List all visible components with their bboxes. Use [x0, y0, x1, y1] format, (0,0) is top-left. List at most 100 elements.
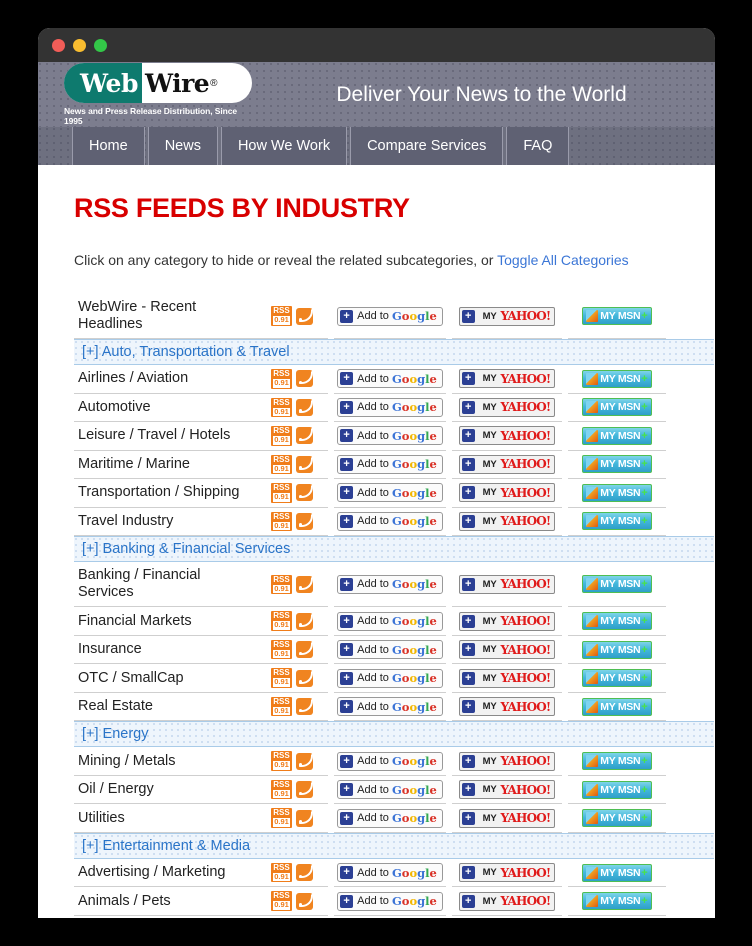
rss-feed-icon[interactable] [295, 809, 313, 827]
feed-name[interactable]: Utilities [74, 804, 256, 833]
add-to-google-button[interactable]: + Add to Google [337, 369, 443, 389]
add-to-my-yahoo-button[interactable]: + MY YAHOO! [458, 454, 556, 474]
feed-name[interactable]: Transportation / Shipping [74, 479, 256, 508]
add-to-my-msn-button[interactable]: MY MSN + [582, 455, 652, 474]
add-to-my-msn-button[interactable]: MY MSN + [582, 892, 652, 911]
category-header[interactable]: [+] Banking & Financial Services [74, 536, 714, 563]
rss-feed-icon[interactable] [295, 370, 313, 388]
rss-feed-icon[interactable] [295, 427, 313, 445]
feed-name[interactable]: Art / Graphics / [74, 916, 256, 918]
nav-item-news[interactable]: News [147, 127, 218, 165]
nav-item-faq[interactable]: FAQ [506, 127, 570, 165]
feed-name[interactable]: Mining / Metals [74, 747, 256, 776]
feed-name[interactable]: Financial Markets [74, 607, 256, 636]
feed-name[interactable]: Banking / Financial Services [74, 562, 256, 608]
add-to-my-msn-button[interactable]: MY MSN + [582, 483, 652, 502]
add-to-my-msn-button[interactable]: MY MSN + [582, 863, 652, 882]
category-header[interactable]: [+] Auto, Transportation & Travel [74, 339, 714, 366]
add-to-google-button[interactable]: + Add to Google [337, 808, 443, 828]
rss-feed-icon[interactable] [295, 752, 313, 770]
rss-feed-icon[interactable] [295, 398, 313, 416]
rss-091-badge[interactable]: RSS 0.91 [271, 454, 292, 475]
add-to-google-button[interactable]: + Add to Google [337, 780, 443, 800]
rss-feed-icon[interactable] [295, 864, 313, 882]
add-to-my-msn-button[interactable]: MY MSN + [582, 307, 652, 326]
add-to-my-msn-button[interactable]: MY MSN + [582, 697, 652, 716]
rss-feed-icon[interactable] [295, 512, 313, 530]
add-to-google-button[interactable]: + Add to Google [337, 454, 443, 474]
feed-name[interactable]: Airlines / Aviation [74, 365, 256, 394]
rss-091-badge[interactable]: RSS 0.91 [271, 306, 292, 326]
add-to-google-button[interactable]: + Add to Google [337, 863, 443, 883]
add-to-google-button[interactable]: + Add to Google [337, 511, 443, 531]
rss-091-badge[interactable]: RSS 0.91 [271, 511, 292, 532]
feed-name[interactable]: OTC / SmallCap [74, 664, 256, 693]
add-to-my-msn-button[interactable]: MY MSN + [582, 752, 652, 771]
add-to-my-msn-button[interactable]: MY MSN + [582, 612, 652, 631]
add-to-my-msn-button[interactable]: MY MSN + [582, 809, 652, 828]
add-to-google-button[interactable]: + Add to Google [337, 697, 443, 717]
rss-091-badge[interactable]: RSS 0.91 [271, 426, 292, 446]
add-to-my-yahoo-button[interactable]: + MY YAHOO! [458, 863, 556, 883]
rss-feed-icon[interactable] [295, 892, 313, 910]
rss-feed-icon[interactable] [295, 307, 313, 325]
close-window-button[interactable] [52, 38, 65, 52]
feed-name[interactable]: Insurance [74, 636, 256, 665]
add-to-my-yahoo-button[interactable]: + MY YAHOO! [458, 640, 556, 660]
feed-name[interactable]: Animals / Pets [74, 887, 256, 916]
rss-feed-icon[interactable] [295, 781, 313, 799]
add-to-my-msn-button[interactable]: MY MSN + [582, 780, 652, 799]
rss-feed-icon[interactable] [295, 575, 313, 593]
add-to-my-msn-button[interactable]: MY MSN + [582, 512, 652, 531]
add-to-my-msn-button[interactable]: MY MSN + [582, 398, 652, 417]
add-to-google-button[interactable]: + Add to Google [337, 306, 443, 326]
add-to-my-yahoo-button[interactable]: + MY YAHOO! [458, 574, 556, 594]
rss-091-badge[interactable]: RSS 0.91 [271, 483, 292, 503]
add-to-google-button[interactable]: + Add to Google [337, 751, 443, 771]
rss-feed-icon[interactable] [295, 641, 313, 659]
add-to-google-button[interactable]: + Add to Google [337, 891, 443, 911]
rss-091-badge[interactable]: RSS 0.91 [271, 397, 292, 418]
add-to-my-msn-button[interactable]: MY MSN + [582, 369, 652, 388]
add-to-my-msn-button[interactable]: MY MSN + [582, 426, 652, 445]
add-to-google-button[interactable]: + Add to Google [337, 668, 443, 688]
add-to-my-msn-button[interactable]: MY MSN + [582, 640, 652, 659]
add-to-my-yahoo-button[interactable]: + MY YAHOO! [458, 891, 556, 911]
rss-feed-icon[interactable] [295, 698, 313, 716]
rss-feed-icon[interactable] [295, 484, 313, 502]
feed-name[interactable]: Advertising / Marketing [74, 859, 256, 888]
feed-name[interactable]: Automotive [74, 394, 256, 423]
add-to-google-button[interactable]: + Add to Google [337, 640, 443, 660]
rss-091-badge[interactable]: RSS 0.91 [271, 751, 292, 771]
rss-091-badge[interactable]: RSS 0.91 [271, 668, 292, 688]
site-logo[interactable]: Web Wire ® News and Press Release Distri… [64, 63, 252, 126]
feed-name[interactable]: Oil / Energy [74, 776, 256, 805]
rss-091-badge[interactable]: RSS 0.91 [271, 639, 292, 660]
rss-feed-icon[interactable] [295, 612, 313, 630]
rss-091-badge[interactable]: RSS 0.91 [271, 611, 292, 631]
add-to-my-msn-button[interactable]: MY MSN + [582, 669, 652, 688]
add-to-my-yahoo-button[interactable]: + MY YAHOO! [458, 780, 556, 800]
add-to-google-button[interactable]: + Add to Google [337, 397, 443, 417]
rss-091-badge[interactable]: RSS 0.91 [271, 369, 292, 389]
maximize-window-button[interactable] [94, 38, 107, 52]
feed-name[interactable]: Travel Industry [74, 508, 256, 537]
category-header[interactable]: [+] Entertainment & Media [74, 832, 714, 859]
rss-091-badge[interactable]: RSS 0.91 [271, 696, 292, 717]
feed-name[interactable]: WebWire - Recent Headlines [74, 294, 256, 340]
add-to-google-button[interactable]: + Add to Google [337, 574, 443, 594]
add-to-my-yahoo-button[interactable]: + MY YAHOO! [458, 511, 556, 531]
add-to-my-yahoo-button[interactable]: + MY YAHOO! [458, 306, 556, 326]
rss-091-badge[interactable]: RSS 0.91 [271, 891, 292, 911]
add-to-my-yahoo-button[interactable]: + MY YAHOO! [458, 668, 556, 688]
add-to-my-yahoo-button[interactable]: + MY YAHOO! [458, 751, 556, 771]
add-to-my-yahoo-button[interactable]: + MY YAHOO! [458, 611, 556, 631]
add-to-my-msn-button[interactable]: MY MSN + [582, 575, 652, 594]
rss-091-badge[interactable]: RSS 0.91 [271, 779, 292, 800]
add-to-my-yahoo-button[interactable]: + MY YAHOO! [458, 483, 556, 503]
add-to-my-yahoo-button[interactable]: + MY YAHOO! [458, 426, 556, 446]
add-to-google-button[interactable]: + Add to Google [337, 611, 443, 631]
category-header[interactable]: [+] Energy [74, 721, 714, 748]
add-to-google-button[interactable]: + Add to Google [337, 483, 443, 503]
feed-name[interactable]: Maritime / Marine [74, 451, 256, 480]
